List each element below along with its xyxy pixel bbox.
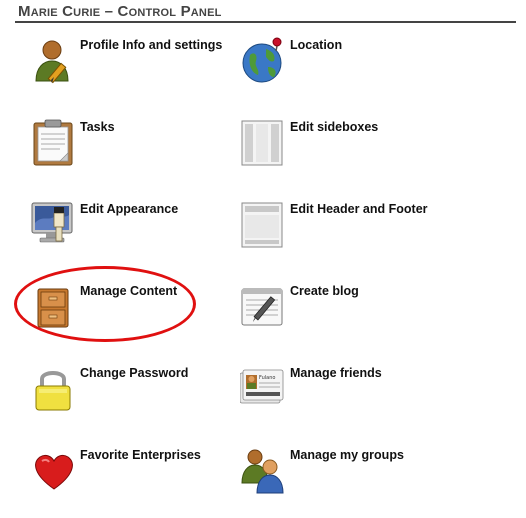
- sideboxes-icon: [241, 120, 283, 166]
- tasks-label: Tasks: [80, 120, 115, 134]
- heart-icon: [35, 454, 73, 490]
- create-blog-button[interactable]: Create blog: [240, 283, 440, 343]
- monitor-paint-icon: [31, 202, 73, 243]
- manage-content-button[interactable]: Manage Content: [30, 283, 230, 343]
- clipboard-icon: [33, 119, 73, 166]
- header-footer-icon: [241, 202, 283, 248]
- edit-appearance-label: Edit Appearance: [80, 202, 179, 216]
- friend-card-name: Fulano: [259, 375, 275, 381]
- manage-groups-label: Manage my groups: [290, 448, 404, 462]
- tasks-button[interactable]: Tasks: [30, 119, 230, 179]
- manage-friends-label: Manage friends: [290, 366, 382, 380]
- group-icon: [241, 449, 284, 494]
- favorite-enterprises-label: Favorite Enterprises: [80, 448, 201, 462]
- user-edit-icon: [35, 40, 69, 84]
- manage-content-label: Manage Content: [80, 284, 178, 298]
- manage-friends-button[interactable]: Fulano Manage friends: [240, 365, 440, 425]
- change-password-button[interactable]: Change Password: [30, 365, 230, 425]
- contact-cards-icon: Fulano: [240, 369, 284, 404]
- profile-info-label: Profile Info and settings: [80, 38, 223, 52]
- location-label: Location: [290, 38, 343, 52]
- location-button[interactable]: Location: [240, 37, 440, 97]
- manage-groups-button[interactable]: Manage my groups: [240, 447, 440, 507]
- favorite-enterprises-button[interactable]: Favorite Enterprises: [30, 447, 230, 507]
- title-rule: [15, 21, 516, 23]
- edit-header-footer-label: Edit Header and Footer: [290, 202, 428, 216]
- edit-sideboxes-label: Edit sideboxes: [290, 120, 379, 134]
- edit-appearance-button[interactable]: Edit Appearance: [30, 201, 230, 261]
- filing-cabinet-icon: [37, 288, 69, 328]
- notepad-pen-icon: [241, 288, 283, 326]
- change-password-label: Change Password: [80, 366, 189, 380]
- panel-title: Marie Curie – Control Panel: [18, 3, 222, 20]
- profile-info-button[interactable]: Profile Info and settings: [30, 37, 230, 97]
- edit-header-footer-button[interactable]: Edit Header and Footer: [240, 201, 440, 261]
- globe-pin-icon: [242, 37, 282, 83]
- padlock-icon: [35, 371, 71, 411]
- create-blog-label: Create blog: [290, 284, 359, 298]
- edit-sideboxes-button[interactable]: Edit sideboxes: [240, 119, 440, 179]
